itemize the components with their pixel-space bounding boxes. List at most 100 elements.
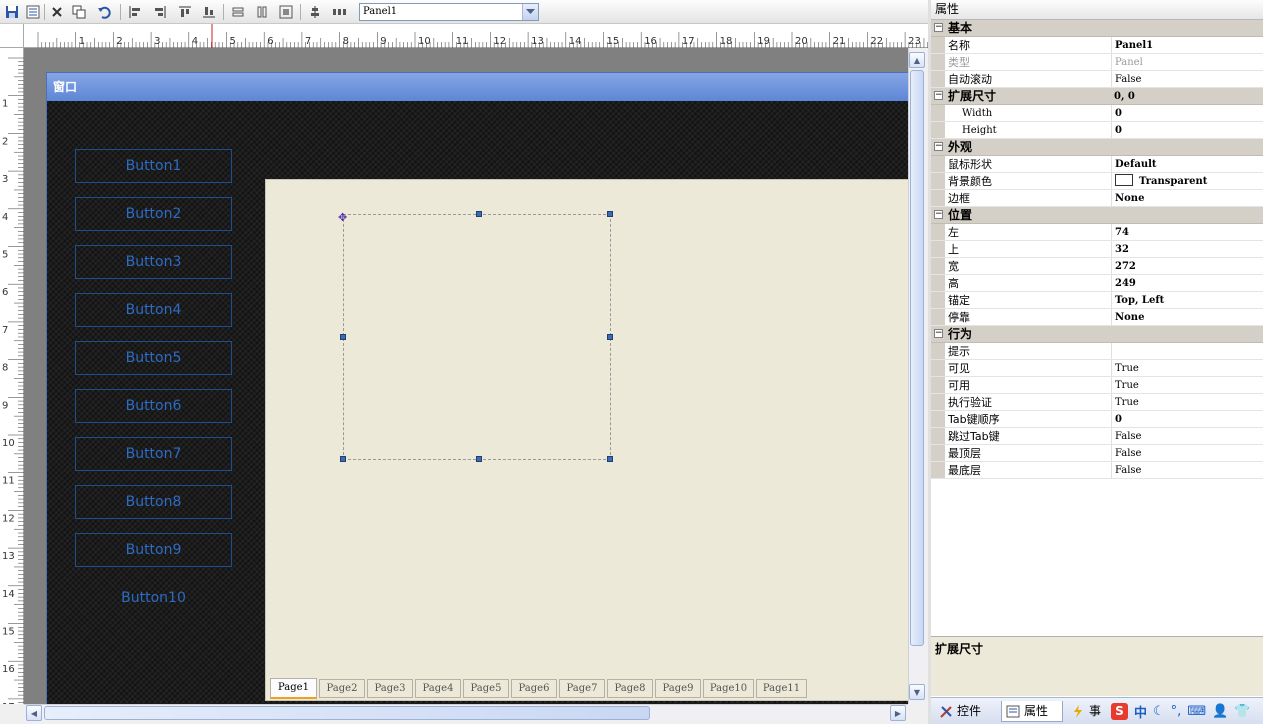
property-row[interactable]: 上 32 xyxy=(931,241,1263,258)
tab-page4[interactable]: Page4 xyxy=(415,679,461,698)
property-value[interactable]: 249 xyxy=(1111,275,1263,291)
property-category[interactable]: − 位置 xyxy=(931,207,1263,224)
property-value[interactable] xyxy=(1111,343,1263,359)
save-icon[interactable] xyxy=(3,3,21,21)
resize-handle[interactable] xyxy=(476,456,482,462)
nav-button[interactable]: Button4 xyxy=(75,293,232,327)
tab-events[interactable]: 事件 xyxy=(1067,701,1111,722)
resize-handle[interactable] xyxy=(476,211,482,217)
nav-button[interactable]: Button5 xyxy=(75,341,232,375)
property-value[interactable]: Panel1 xyxy=(1111,37,1263,53)
design-canvas[interactable]: 窗口 Button1 Button2 Button3 Button4 Button5 Bu… xyxy=(24,48,908,704)
property-row[interactable]: 提示 xyxy=(931,343,1263,360)
nav-button[interactable]: Button6 xyxy=(75,389,232,423)
property-value[interactable]: False xyxy=(1111,445,1263,461)
property-category[interactable]: − 行为 xyxy=(931,326,1263,343)
selected-panel[interactable]: ✥ xyxy=(338,211,613,462)
nav-button[interactable]: Button10 xyxy=(75,581,232,615)
property-row[interactable]: 宽 272 xyxy=(931,258,1263,275)
property-row[interactable]: 可见 True xyxy=(931,360,1263,377)
property-row[interactable]: 名称 Panel1 xyxy=(931,37,1263,54)
collapse-icon[interactable]: − xyxy=(934,329,943,338)
property-row[interactable]: 左 74 xyxy=(931,224,1263,241)
center-vertical-icon[interactable] xyxy=(306,3,324,21)
collapse-icon[interactable]: − xyxy=(934,23,943,32)
property-value[interactable]: True xyxy=(1111,377,1263,393)
property-value[interactable]: False xyxy=(1111,428,1263,444)
property-value[interactable]: 0 xyxy=(1111,105,1263,121)
nav-button[interactable]: Button7 xyxy=(75,437,232,471)
ime-toolbar[interactable]: S 中 ☾ °, ⌨ 👤 👕 xyxy=(1111,701,1250,722)
property-row[interactable]: 可用 True xyxy=(931,377,1263,394)
tab-page11[interactable]: Page11 xyxy=(756,679,807,698)
tab-page5[interactable]: Page5 xyxy=(463,679,509,698)
delete-icon[interactable] xyxy=(48,3,66,21)
collapse-icon[interactable]: − xyxy=(934,142,943,151)
align-top-icon[interactable] xyxy=(176,3,194,21)
chevron-down-icon[interactable] xyxy=(522,4,538,20)
copy-icon[interactable] xyxy=(70,3,88,21)
property-value[interactable]: False xyxy=(1111,71,1263,87)
scroll-down-icon[interactable]: ▼ xyxy=(909,684,925,700)
tab-page8[interactable]: Page8 xyxy=(607,679,653,698)
property-value[interactable]: 32 xyxy=(1111,241,1263,257)
property-value[interactable]: Default xyxy=(1111,156,1263,172)
scroll-up-icon[interactable]: ▲ xyxy=(909,52,925,68)
collapse-icon[interactable]: − xyxy=(934,210,943,219)
nav-button[interactable]: Button2 xyxy=(75,197,232,231)
spacing-icon[interactable] xyxy=(331,3,349,21)
sogou-logo[interactable]: S xyxy=(1111,703,1128,720)
design-window[interactable]: 窗口 Button1 Button2 Button3 Button4 Button5 Bu… xyxy=(46,72,908,704)
nav-button[interactable]: Button9 xyxy=(75,533,232,567)
canvas-vertical-scrollbar[interactable]: ▲ ▼ xyxy=(908,48,926,704)
property-value[interactable]: 272 xyxy=(1111,258,1263,274)
same-height-icon[interactable] xyxy=(253,3,271,21)
property-row[interactable]: Height 0 xyxy=(931,122,1263,139)
property-value[interactable]: Panel xyxy=(1111,54,1263,70)
property-value[interactable]: None xyxy=(1111,190,1263,206)
scroll-left-icon[interactable]: ◀ xyxy=(26,705,42,721)
property-row[interactable]: Tab键顺序 0 xyxy=(931,411,1263,428)
properties-icon[interactable] xyxy=(24,3,42,21)
align-left-icon[interactable] xyxy=(126,3,144,21)
resize-handle[interactable] xyxy=(607,456,613,462)
property-value[interactable]: 74 xyxy=(1111,224,1263,240)
resize-handle[interactable] xyxy=(340,334,346,340)
property-category[interactable]: − 外观 xyxy=(931,139,1263,156)
property-row[interactable]: 高 249 xyxy=(931,275,1263,292)
resize-handle[interactable] xyxy=(607,211,613,217)
property-category[interactable]: − 扩展尺寸 0, 0 xyxy=(931,88,1263,105)
resize-handle[interactable] xyxy=(340,456,346,462)
property-row[interactable]: 锚定 Top, Left xyxy=(931,292,1263,309)
color-swatch[interactable] xyxy=(1115,174,1133,186)
same-size-icon[interactable] xyxy=(277,3,295,21)
tab-properties[interactable]: 属性 xyxy=(1001,701,1063,722)
punctuation-icon[interactable]: °, xyxy=(1171,704,1182,719)
property-row[interactable]: 最底层 False xyxy=(931,462,1263,479)
property-value[interactable]: None xyxy=(1111,309,1263,325)
scroll-right-icon[interactable]: ▶ xyxy=(890,705,906,721)
property-row[interactable]: 背景颜色 Transparent xyxy=(931,173,1263,190)
property-value[interactable]: Top, Left xyxy=(1111,292,1263,308)
tab-control[interactable]: ✥ Page1 Page2 Page3 Page4 Page5 Page6 Page7 Pag… xyxy=(265,179,908,701)
property-row[interactable]: 最顶层 False xyxy=(931,445,1263,462)
property-row[interactable]: Width 0 xyxy=(931,105,1263,122)
property-row[interactable]: 类型 Panel xyxy=(931,54,1263,71)
window-body[interactable]: Button1 Button2 Button3 Button4 Button5 Butto… xyxy=(47,101,908,704)
tab-page10[interactable]: Page10 xyxy=(703,679,754,698)
tab-page3[interactable]: Page3 xyxy=(367,679,413,698)
property-row[interactable]: 自动滚动 False xyxy=(931,71,1263,88)
align-right-icon[interactable] xyxy=(151,3,169,21)
nav-button[interactable]: Button3 xyxy=(75,245,232,279)
canvas-horizontal-scrollbar[interactable]: ◀ ▶ xyxy=(24,704,908,722)
property-value[interactable]: False xyxy=(1111,462,1263,478)
collapse-icon[interactable]: − xyxy=(934,91,943,100)
tab-controls[interactable]: 控件 xyxy=(935,701,999,722)
resize-handle[interactable] xyxy=(607,334,613,340)
control-selector-dropdown[interactable]: Panel1 xyxy=(359,3,539,21)
tab-page9[interactable]: Page9 xyxy=(655,679,701,698)
property-value[interactable]: 0, 0 xyxy=(1111,88,1263,104)
nav-button[interactable]: Button8 xyxy=(75,485,232,519)
ime-mode[interactable]: 中 xyxy=(1134,702,1147,721)
property-grid[interactable]: − 基本 名称 Panel1 类型 Panel 自动滚动 False − 扩展尺寸 0, 0 Widt… xyxy=(931,20,1263,479)
